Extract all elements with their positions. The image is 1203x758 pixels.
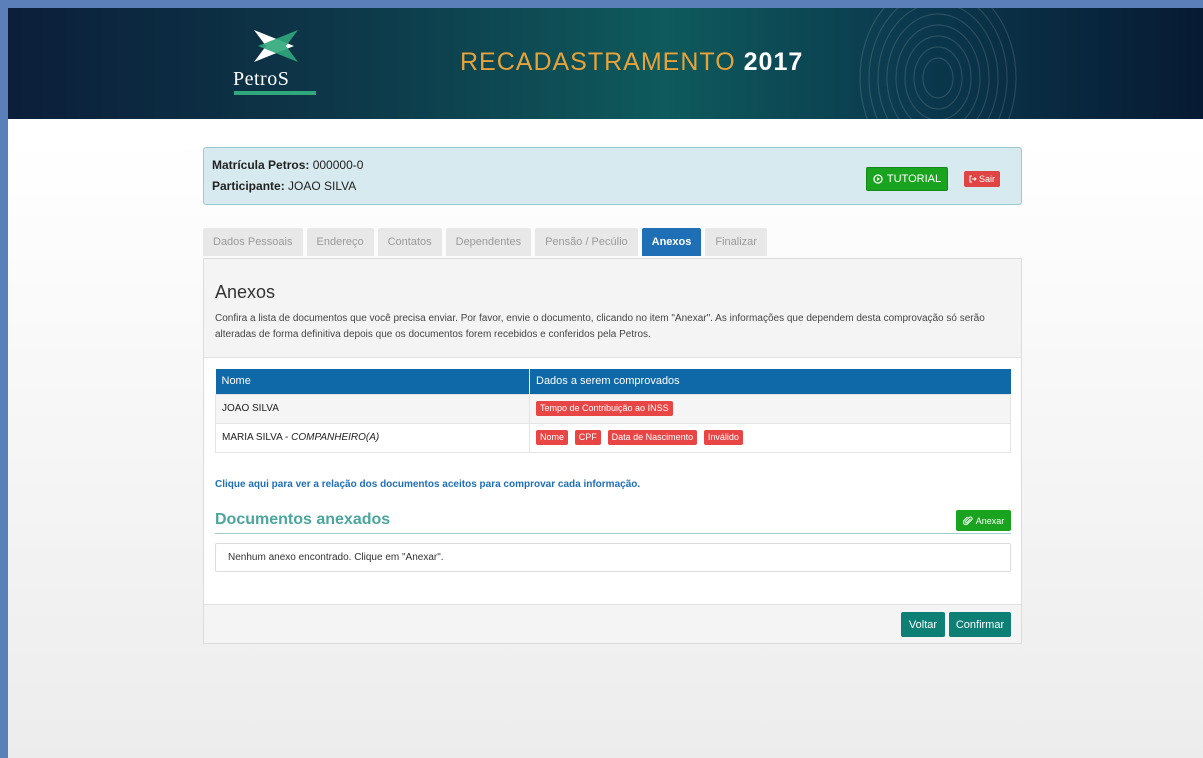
logo-text: PetroS <box>233 68 290 90</box>
row-name: JOAO SILVA <box>215 393 530 424</box>
section-title: Anexos <box>215 282 276 302</box>
sair-label: Sair <box>978 174 995 184</box>
row-name: MARIA SILVA - COMPANHEIRO(A) <box>215 422 530 453</box>
matricula-value: 000000-0 <box>312 158 364 172</box>
anexos-panel: Anexos Confira a lista de documentos que… <box>203 258 1022 644</box>
tab-anexos[interactable]: Anexos <box>641 228 702 256</box>
tutorial-button[interactable]: TUTORIAL <box>866 167 948 191</box>
participante-value: JOAO SILVA <box>288 179 357 193</box>
tag-cpf: CPF <box>574 430 601 445</box>
confirmar-button[interactable]: Confirmar <box>949 612 1011 637</box>
table-header-row: Nome Dados a serem comprovados <box>215 369 1011 394</box>
anexar-button[interactable]: Anexar <box>956 510 1011 531</box>
site-header: PetroS RECADASTRAMENTO 2017 <box>8 8 1203 119</box>
table-row: MARIA SILVA - COMPANHEIRO(A) Nome CPF Da… <box>215 422 1011 453</box>
sign-out-icon <box>969 175 977 183</box>
paperclip-icon <box>962 515 973 525</box>
row-tags: Tempo de Contribuição ao INSS <box>529 393 1011 424</box>
petros-logo[interactable]: PetroS <box>226 26 326 95</box>
panel-header: Anexos Confira a lista de documentos que… <box>204 259 1021 358</box>
logout-button[interactable]: Sair <box>964 171 1000 187</box>
petros-logo-mark-icon <box>254 30 298 62</box>
participante-line: Participante: JOAO SILVA <box>212 179 356 193</box>
matricula-label: Matrícula Petros: <box>212 158 310 172</box>
column-header-dados: Dados a serem comprovados <box>529 369 1011 394</box>
empty-attachments-message: Nenhum anexo encontrado. Clique em "Anex… <box>215 543 1011 572</box>
tab-contatos[interactable]: Contatos <box>377 228 442 256</box>
row-tags: Nome CPF Data de Nascimento Inválido <box>529 422 1011 453</box>
row-relation: COMPANHEIRO(A) <box>291 432 380 443</box>
panel-footer: Voltar Confirmar <box>204 604 1021 643</box>
tab-finalizar[interactable]: Finalizar <box>705 228 767 256</box>
participant-info-box: Matrícula Petros: 000000-0 Participante:… <box>203 147 1022 205</box>
tab-endereco[interactable]: Endereço <box>306 228 374 256</box>
documents-table: Nome Dados a serem comprovados JOAO SILV… <box>215 369 1011 453</box>
tag-data-nascimento: Data de Nascimento <box>607 430 698 445</box>
tutorial-label: TUTORIAL <box>886 173 942 185</box>
tag-invalido: Inválido <box>703 430 743 445</box>
voltar-button[interactable]: Voltar <box>901 612 945 637</box>
title-main: RECADASTRAMENTO <box>460 48 744 76</box>
participante-label: Participante: <box>212 179 285 193</box>
table-row: JOAO SILVA Tempo de Contribuição ao INSS <box>215 393 1011 424</box>
accepted-documents-link[interactable]: Clique aqui para ver a relação dos docum… <box>215 479 640 490</box>
matricula-line: Matrícula Petros: 000000-0 <box>212 158 363 172</box>
column-header-nome: Nome <box>215 369 530 394</box>
section-description: Confira a lista de documentos que você p… <box>215 313 985 340</box>
page-title: RECADASTRAMENTO 2017 <box>460 48 803 77</box>
fingerprint-graphic <box>859 8 1017 119</box>
play-circle-icon <box>873 174 883 184</box>
row-name-text: MARIA SILVA - <box>222 432 292 443</box>
tab-dados-pessoais[interactable]: Dados Pessoais <box>203 228 303 256</box>
tag-tempo-contribuicao: Tempo de Contribuição ao INSS <box>536 401 673 416</box>
tab-pensao-peculio[interactable]: Pensão / Pecúlio <box>535 228 638 256</box>
logo-underline <box>234 91 316 95</box>
tab-dependentes[interactable]: Dependentes <box>445 228 532 256</box>
tag-nome: Nome <box>536 430 569 445</box>
attached-documents-title: Documentos anexados <box>215 511 391 528</box>
step-tabs: Dados Pessoais Endereço Contatos Depende… <box>203 228 767 256</box>
attached-title-divider <box>215 533 1011 534</box>
title-year: 2017 <box>743 48 804 76</box>
anexar-label: Anexar <box>975 515 1005 526</box>
